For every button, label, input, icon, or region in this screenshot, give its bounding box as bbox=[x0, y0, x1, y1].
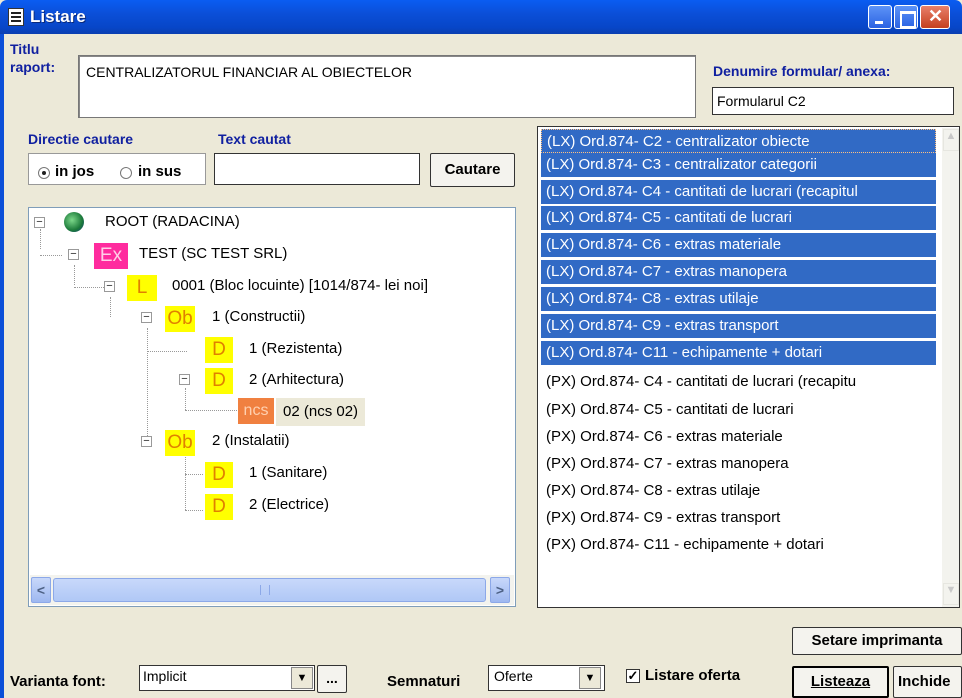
tree-collapse-toggle[interactable]: − bbox=[141, 312, 152, 323]
tree-line bbox=[40, 229, 41, 249]
offer-checkbox-label[interactable]: Listare oferta bbox=[645, 667, 740, 684]
list-item[interactable]: (LX) Ord.874- C2 - centralizator obiecte bbox=[541, 129, 936, 153]
tree-collapse-toggle[interactable]: − bbox=[179, 374, 190, 385]
tree-collapse-toggle[interactable]: − bbox=[34, 217, 45, 228]
close-dialog-label: Inchide bbox=[898, 673, 951, 690]
minimize-button[interactable] bbox=[868, 5, 892, 29]
radio-search-up-label[interactable]: in sus bbox=[138, 163, 181, 180]
list-item[interactable]: (PX) Ord.874- C9 - extras transport bbox=[541, 506, 936, 530]
tree-collapse-toggle[interactable]: − bbox=[104, 281, 115, 292]
tree-scroll-thumb[interactable] bbox=[53, 578, 486, 602]
list-item[interactable]: (LX) Ord.874- C7 - extras manopera bbox=[541, 260, 936, 284]
list-item[interactable]: (PX) Ord.874- C5 - cantitati de lucrari bbox=[541, 398, 936, 422]
list-item[interactable]: (PX) Ord.874- C7 - extras manopera bbox=[541, 452, 936, 476]
form-name-value: Formularul C2 bbox=[717, 93, 806, 109]
title-bar[interactable] bbox=[0, 0, 962, 34]
font-variant-value: Implicit bbox=[143, 668, 187, 684]
list-button-label: Listeaza bbox=[810, 673, 871, 690]
tree-node-label[interactable]: TEST (SC TEST SRL) bbox=[139, 245, 287, 262]
location-icon: L bbox=[127, 275, 157, 301]
window-icon bbox=[8, 8, 24, 26]
tree-line bbox=[74, 287, 104, 288]
radio-search-up[interactable] bbox=[120, 167, 132, 179]
font-variant-label: Varianta font: bbox=[10, 673, 106, 690]
list-item[interactable]: (PX) Ord.874- C11 - echipamente + dotari bbox=[541, 533, 936, 557]
globe-icon bbox=[64, 212, 84, 232]
maximize-button[interactable] bbox=[894, 5, 918, 29]
report-title-label: Titlu raport: bbox=[10, 40, 70, 76]
scroll-left-button[interactable]: < bbox=[31, 577, 51, 603]
grip-icon bbox=[260, 585, 270, 595]
tree-node-label-selected[interactable]: 02 (ncs 02) bbox=[276, 398, 366, 426]
list-item[interactable]: (LX) Ord.874- C4 - cantitati de lucrari … bbox=[541, 180, 936, 204]
tree-line bbox=[185, 510, 203, 511]
close-button[interactable] bbox=[920, 5, 950, 29]
list-item[interactable]: (PX) Ord.874- C6 - extras materiale bbox=[541, 425, 936, 449]
form-name-label: Denumire formular/ anexa: bbox=[713, 63, 891, 79]
tree-node-label[interactable]: ROOT (RADACINA) bbox=[105, 213, 240, 230]
tree-node-label[interactable]: 2 (Arhitectura) bbox=[249, 371, 344, 388]
tree-collapse-toggle[interactable]: − bbox=[141, 436, 152, 447]
signatures-label: Semnaturi bbox=[387, 673, 461, 690]
chevron-down-icon[interactable]: ▼ bbox=[579, 667, 601, 689]
printer-setup-button[interactable]: Setare imprimanta bbox=[792, 627, 962, 655]
scroll-right-button[interactable]: > bbox=[490, 577, 510, 603]
tree-node-label[interactable]: 1 (Constructii) bbox=[212, 308, 305, 325]
tree-line bbox=[185, 410, 237, 411]
search-button[interactable]: Cautare bbox=[430, 153, 515, 187]
tree-line bbox=[185, 474, 203, 475]
close-dialog-button[interactable]: Inchide bbox=[893, 666, 962, 698]
object-icon: Ob bbox=[165, 430, 195, 456]
report-title-label-text: Titlu raport: bbox=[10, 41, 56, 75]
radio-search-down[interactable] bbox=[38, 167, 50, 179]
offer-checkbox[interactable]: ✓ bbox=[626, 669, 640, 683]
ncs-icon: ncs bbox=[238, 398, 274, 424]
tree-line bbox=[147, 351, 187, 352]
list-item[interactable]: (PX) Ord.874- C4 - cantitati de lucrari … bbox=[541, 370, 936, 394]
tree-line bbox=[185, 388, 186, 410]
scroll-up-button[interactable]: ▲ bbox=[943, 129, 959, 151]
deviz-icon: D bbox=[205, 494, 233, 520]
deviz-icon: D bbox=[205, 368, 233, 394]
list-item[interactable]: (LX) Ord.874- C3 - centralizator categor… bbox=[541, 153, 936, 177]
list-item[interactable]: (LX) Ord.874- C9 - extras transport bbox=[541, 314, 936, 338]
list-item[interactable]: (LX) Ord.874- C5 - cantitati de lucrari bbox=[541, 206, 936, 230]
scroll-down-button[interactable]: ▼ bbox=[943, 583, 959, 605]
report-list-vertical-scrollbar[interactable] bbox=[942, 128, 959, 607]
tree-line bbox=[110, 297, 111, 317]
font-options-button[interactable]: ... bbox=[317, 665, 347, 693]
signatures-value: Oferte bbox=[494, 668, 533, 684]
list-item[interactable]: (LX) Ord.874- C11 - echipamente + dotari bbox=[541, 341, 936, 365]
window-border bbox=[0, 34, 4, 698]
tree-line bbox=[40, 255, 62, 256]
tree-node-label[interactable]: 0001 (Bloc locuinte) [1014/874- lei noi] bbox=[172, 277, 428, 294]
window-title: Listare bbox=[30, 7, 86, 26]
report-title-value: CENTRALIZATORUL FINANCIAR AL OBIECTELOR bbox=[86, 64, 412, 80]
list-item[interactable]: (PX) Ord.874- C8 - extras utilaje bbox=[541, 479, 936, 503]
list-item[interactable]: (LX) Ord.874- C6 - extras materiale bbox=[541, 233, 936, 257]
tree-node-label[interactable]: 2 (Electrice) bbox=[249, 496, 329, 513]
printer-setup-label: Setare imprimanta bbox=[811, 632, 943, 649]
search-text-label: Text cautat bbox=[218, 131, 291, 147]
tree-collapse-toggle[interactable]: − bbox=[68, 249, 79, 260]
tree-line bbox=[185, 452, 186, 510]
list-item[interactable]: (LX) Ord.874- C8 - extras utilaje bbox=[541, 287, 936, 311]
deviz-icon: D bbox=[205, 462, 233, 488]
object-icon: Ob bbox=[165, 306, 195, 332]
search-input[interactable] bbox=[214, 153, 420, 185]
tree-node-label[interactable]: 2 (Instalatii) bbox=[212, 432, 290, 449]
chevron-down-icon[interactable]: ▼ bbox=[291, 667, 313, 689]
search-direction-label: Directie cautare bbox=[28, 131, 134, 147]
tree-line bbox=[147, 328, 148, 440]
tree-line bbox=[74, 265, 75, 285]
radio-search-down-label[interactable]: in jos bbox=[55, 163, 94, 180]
list-button[interactable]: Listeaza bbox=[792, 666, 889, 698]
tree-node-label[interactable]: 1 (Rezistenta) bbox=[249, 340, 342, 357]
deviz-icon: D bbox=[205, 337, 233, 363]
enterprise-icon: Ex bbox=[94, 243, 128, 269]
tree-node-label[interactable]: 1 (Sanitare) bbox=[249, 464, 327, 481]
